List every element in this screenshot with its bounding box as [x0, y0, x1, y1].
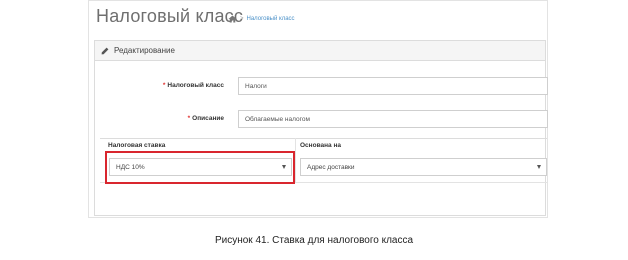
- description-value: Облагаемые налогом: [245, 115, 310, 123]
- description-label: * Описание: [150, 115, 224, 122]
- tax-class-label: * Налоговый класс: [150, 82, 224, 89]
- highlight-box: [105, 151, 295, 184]
- breadcrumb-separator: >: [240, 16, 244, 22]
- breadcrumb: > Налоговый класс: [228, 15, 295, 23]
- required-mark: *: [162, 82, 166, 89]
- panel-title: Редактирование: [114, 46, 175, 55]
- figure-caption: Рисунок 41. Ставка для налогового класса: [214, 235, 414, 246]
- based-on-select[interactable]: Адрес доставки: [300, 158, 547, 176]
- column-divider: [295, 138, 296, 182]
- home-icon[interactable]: [228, 15, 237, 23]
- tax-class-label-text: Налоговый класс: [167, 82, 224, 89]
- breadcrumb-item-tax-class[interactable]: Налоговый класс: [247, 16, 295, 22]
- based-on-value: Адрес доставки: [307, 163, 355, 171]
- pencil-icon: [101, 47, 109, 55]
- column-header-based-on: Основана на: [300, 142, 341, 149]
- page-title: Налоговый класс: [96, 6, 244, 26]
- description-input[interactable]: Облагаемые налогом: [238, 110, 548, 128]
- column-header-rate: Налоговая ставка: [108, 142, 166, 149]
- required-mark: *: [187, 115, 191, 122]
- chevron-down-icon: [537, 165, 541, 169]
- edit-panel: Редактирование: [94, 40, 546, 216]
- tax-class-input[interactable]: Налоги: [238, 77, 548, 95]
- tax-class-value: Налоги: [245, 82, 267, 90]
- description-label-text: Описание: [192, 115, 224, 122]
- panel-header: Редактирование: [95, 41, 545, 61]
